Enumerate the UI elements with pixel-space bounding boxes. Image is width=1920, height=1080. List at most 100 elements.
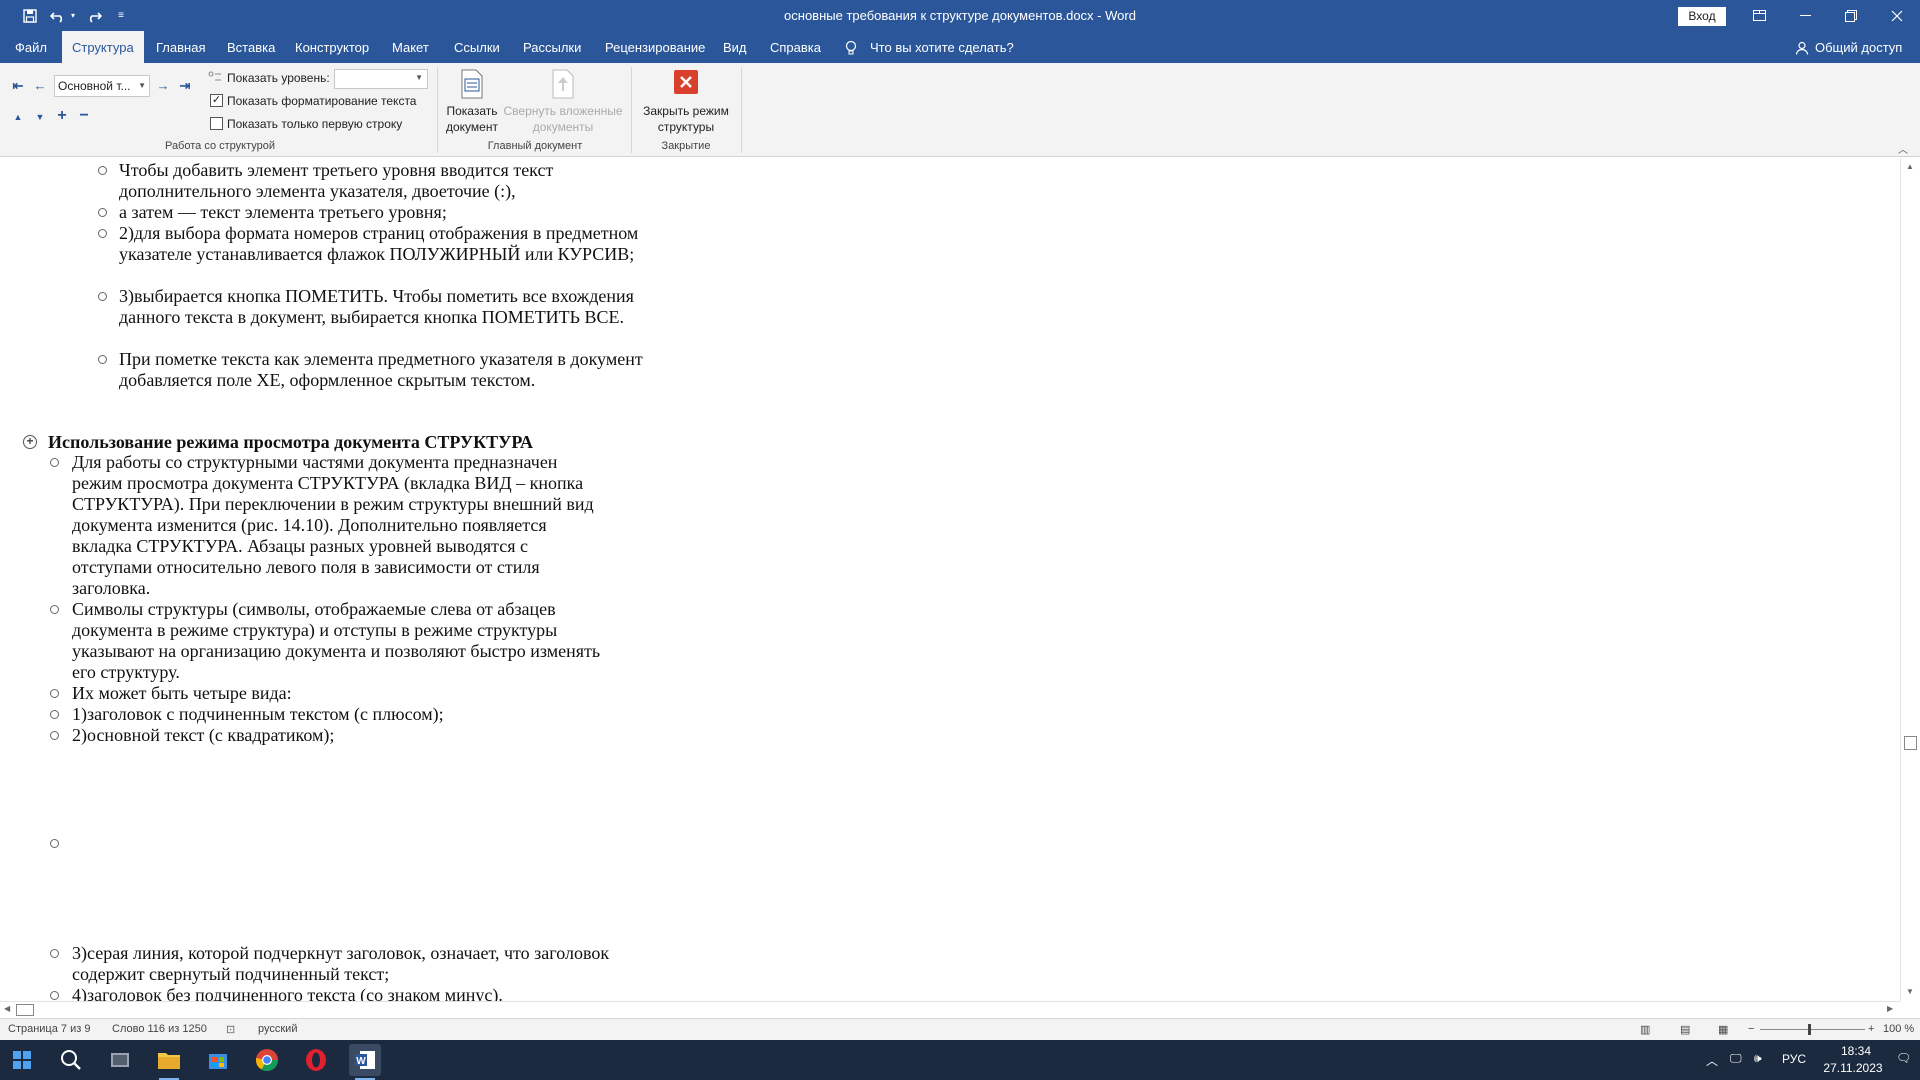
outline-paragraph[interactable]: Для работы со структурными частями докум… bbox=[72, 452, 608, 599]
tab-file[interactable]: Файл bbox=[5, 31, 57, 63]
scroll-down-icon[interactable]: ▼ bbox=[1906, 987, 1914, 996]
outline-bullet-icon[interactable] bbox=[98, 355, 107, 364]
volume-icon[interactable]: 🕪 bbox=[1754, 1051, 1762, 1066]
outline-bullet-icon[interactable] bbox=[50, 710, 59, 719]
collapse-ribbon-icon[interactable]: ︿ bbox=[1898, 141, 1908, 156]
redo-icon[interactable] bbox=[82, 0, 106, 31]
outline-paragraph[interactable]: а затем — текст элемента третьего уровня… bbox=[119, 202, 679, 223]
outline-paragraph[interactable]: 1)заголовок с подчиненным текстом (с плю… bbox=[72, 704, 632, 725]
show-formatting-checkbox[interactable]: ✓ bbox=[210, 94, 223, 107]
show-level-select[interactable]: ▼ bbox=[334, 69, 428, 89]
undo-dropdown-icon[interactable]: ▾ bbox=[68, 0, 78, 31]
restore-icon[interactable] bbox=[1828, 0, 1874, 31]
outline-level-select[interactable]: Основной т... ▼ bbox=[54, 75, 150, 97]
tab-design[interactable]: Конструктор bbox=[285, 31, 379, 63]
close-icon[interactable] bbox=[1874, 0, 1920, 31]
tab-insert[interactable]: Вставка bbox=[217, 31, 285, 63]
zoom-level[interactable]: 100 % bbox=[1883, 1023, 1914, 1035]
chrome-icon[interactable] bbox=[251, 1044, 283, 1076]
zoom-in-icon[interactable]: + bbox=[1868, 1023, 1874, 1035]
tab-mailings[interactable]: Рассылки bbox=[513, 31, 591, 63]
share-button[interactable]: Общий доступ bbox=[1815, 31, 1902, 63]
outline-bullet-icon[interactable] bbox=[98, 208, 107, 217]
scroll-thumb[interactable] bbox=[1904, 736, 1917, 750]
move-down-icon[interactable]: ▼ bbox=[32, 109, 48, 125]
print-layout-icon[interactable]: ▤ bbox=[1680, 1023, 1690, 1036]
document-area[interactable]: Чтобы добавить элемент третьего уровня в… bbox=[0, 158, 1900, 1001]
hscroll-thumb[interactable] bbox=[16, 1004, 34, 1016]
opera-icon[interactable] bbox=[300, 1044, 332, 1076]
word-count[interactable]: Слово 116 из 1250 bbox=[112, 1023, 207, 1035]
tray-chevron-icon[interactable]: ︿ bbox=[1706, 1052, 1718, 1069]
scroll-right-icon[interactable]: ▶ bbox=[1887, 1004, 1893, 1013]
outline-bullet-icon[interactable] bbox=[50, 605, 59, 614]
tab-outline[interactable]: Структура bbox=[62, 31, 144, 63]
tab-home[interactable]: Главная bbox=[146, 31, 215, 63]
language-label[interactable]: русский bbox=[258, 1023, 297, 1035]
outline-bullet-icon[interactable] bbox=[50, 991, 59, 1000]
vertical-scrollbar[interactable]: ▲ ▼ bbox=[1900, 158, 1920, 1001]
scroll-up-icon[interactable]: ▲ bbox=[1906, 162, 1914, 171]
word-taskbar-icon[interactable]: W bbox=[349, 1044, 381, 1080]
zoom-slider[interactable] bbox=[1760, 1029, 1865, 1030]
network-icon[interactable]: 🖵 bbox=[1730, 1051, 1742, 1066]
tab-review[interactable]: Рецензирование bbox=[595, 31, 715, 63]
expand-heading-icon[interactable]: + bbox=[23, 435, 37, 449]
outline-paragraph[interactable]: 4)заголовок без подчиненного текста (со … bbox=[72, 985, 632, 1001]
web-layout-icon[interactable]: ▦ bbox=[1718, 1023, 1728, 1036]
signin-button[interactable]: Вход bbox=[1678, 7, 1726, 26]
page-count[interactable]: Страница 7 из 9 bbox=[8, 1023, 90, 1035]
show-document-button[interactable]: Показать документ bbox=[442, 69, 502, 135]
move-up-icon[interactable]: ▲ bbox=[10, 109, 26, 125]
outline-bullet-icon[interactable] bbox=[50, 949, 59, 958]
tab-view[interactable]: Вид bbox=[713, 31, 757, 63]
heading[interactable]: Использование режима просмотра документа… bbox=[48, 432, 748, 453]
notifications-icon[interactable]: 🗨 bbox=[1896, 1051, 1911, 1065]
outline-bullet-icon[interactable] bbox=[98, 166, 107, 175]
customize-icon[interactable]: ≡ bbox=[112, 0, 130, 31]
demote-to-body-icon[interactable]: ⇥ bbox=[177, 78, 193, 94]
demote-icon[interactable]: → bbox=[155, 78, 171, 94]
outline-paragraph[interactable]: 2)основной текст (с квадратиком); bbox=[72, 725, 632, 746]
tab-help[interactable]: Справка bbox=[760, 31, 831, 63]
outline-bullet-icon[interactable] bbox=[50, 458, 59, 467]
file-explorer-icon[interactable] bbox=[153, 1044, 185, 1080]
windows-start-icon[interactable] bbox=[6, 1044, 38, 1076]
outline-paragraph[interactable]: 3)серая линия, которой подчеркнут заголо… bbox=[72, 943, 632, 985]
minimize-icon[interactable] bbox=[1782, 0, 1828, 31]
collapse-subdocs-button[interactable]: Свернуть вложенные документы bbox=[502, 69, 624, 135]
undo-icon[interactable] bbox=[46, 0, 70, 31]
search-icon[interactable] bbox=[55, 1044, 87, 1076]
outline-paragraph[interactable]: 2)для выбора формата номеров страниц ото… bbox=[119, 223, 679, 265]
outline-bullet-icon[interactable] bbox=[50, 689, 59, 698]
expand-icon[interactable]: + bbox=[54, 108, 70, 124]
proofing-icon[interactable]: ⊡ bbox=[226, 1023, 235, 1036]
zoom-slider-thumb[interactable] bbox=[1808, 1024, 1811, 1035]
promote-to-heading1-icon[interactable]: ⇤ bbox=[10, 78, 26, 94]
first-line-checkbox[interactable] bbox=[210, 117, 223, 130]
clock-time[interactable]: 18:34 bbox=[1828, 1044, 1884, 1058]
input-language[interactable]: РУС bbox=[1782, 1052, 1806, 1066]
ribbon-display-icon[interactable] bbox=[1736, 0, 1782, 31]
close-outline-button[interactable]: Закрыть режим структуры bbox=[636, 69, 736, 135]
promote-icon[interactable]: ← bbox=[32, 78, 48, 94]
tab-layout[interactable]: Макет bbox=[382, 31, 439, 63]
store-icon[interactable] bbox=[202, 1044, 234, 1076]
clock-date[interactable]: 27.11.2023 bbox=[1818, 1061, 1888, 1075]
outline-bullet-icon[interactable] bbox=[50, 731, 59, 740]
save-icon[interactable] bbox=[18, 0, 42, 31]
tell-me-input[interactable]: Что вы хотите сделать? bbox=[870, 31, 1014, 63]
outline-bullet-icon[interactable] bbox=[98, 229, 107, 238]
outline-paragraph[interactable]: 3)выбирается кнопка ПОМЕТИТЬ. Чтобы поме… bbox=[119, 286, 679, 328]
outline-paragraph[interactable]: При пометке текста как элемента предметн… bbox=[119, 349, 679, 391]
outline-paragraph[interactable]: Чтобы добавить элемент третьего уровня в… bbox=[119, 160, 679, 202]
scroll-left-icon[interactable]: ◀ bbox=[4, 1004, 10, 1013]
outline-bullet-icon[interactable] bbox=[50, 839, 59, 848]
outline-paragraph[interactable]: Символы структуры (символы, отображаемые… bbox=[72, 599, 608, 683]
task-view-icon[interactable] bbox=[104, 1044, 136, 1076]
read-mode-icon[interactable]: ▥ bbox=[1640, 1023, 1650, 1036]
zoom-out-icon[interactable]: − bbox=[1748, 1023, 1754, 1035]
outline-paragraph[interactable]: Их может быть четыре вида: bbox=[72, 683, 632, 704]
tab-references[interactable]: Ссылки bbox=[444, 31, 510, 63]
horizontal-scrollbar[interactable]: ◀ ▶ bbox=[0, 1001, 1900, 1018]
